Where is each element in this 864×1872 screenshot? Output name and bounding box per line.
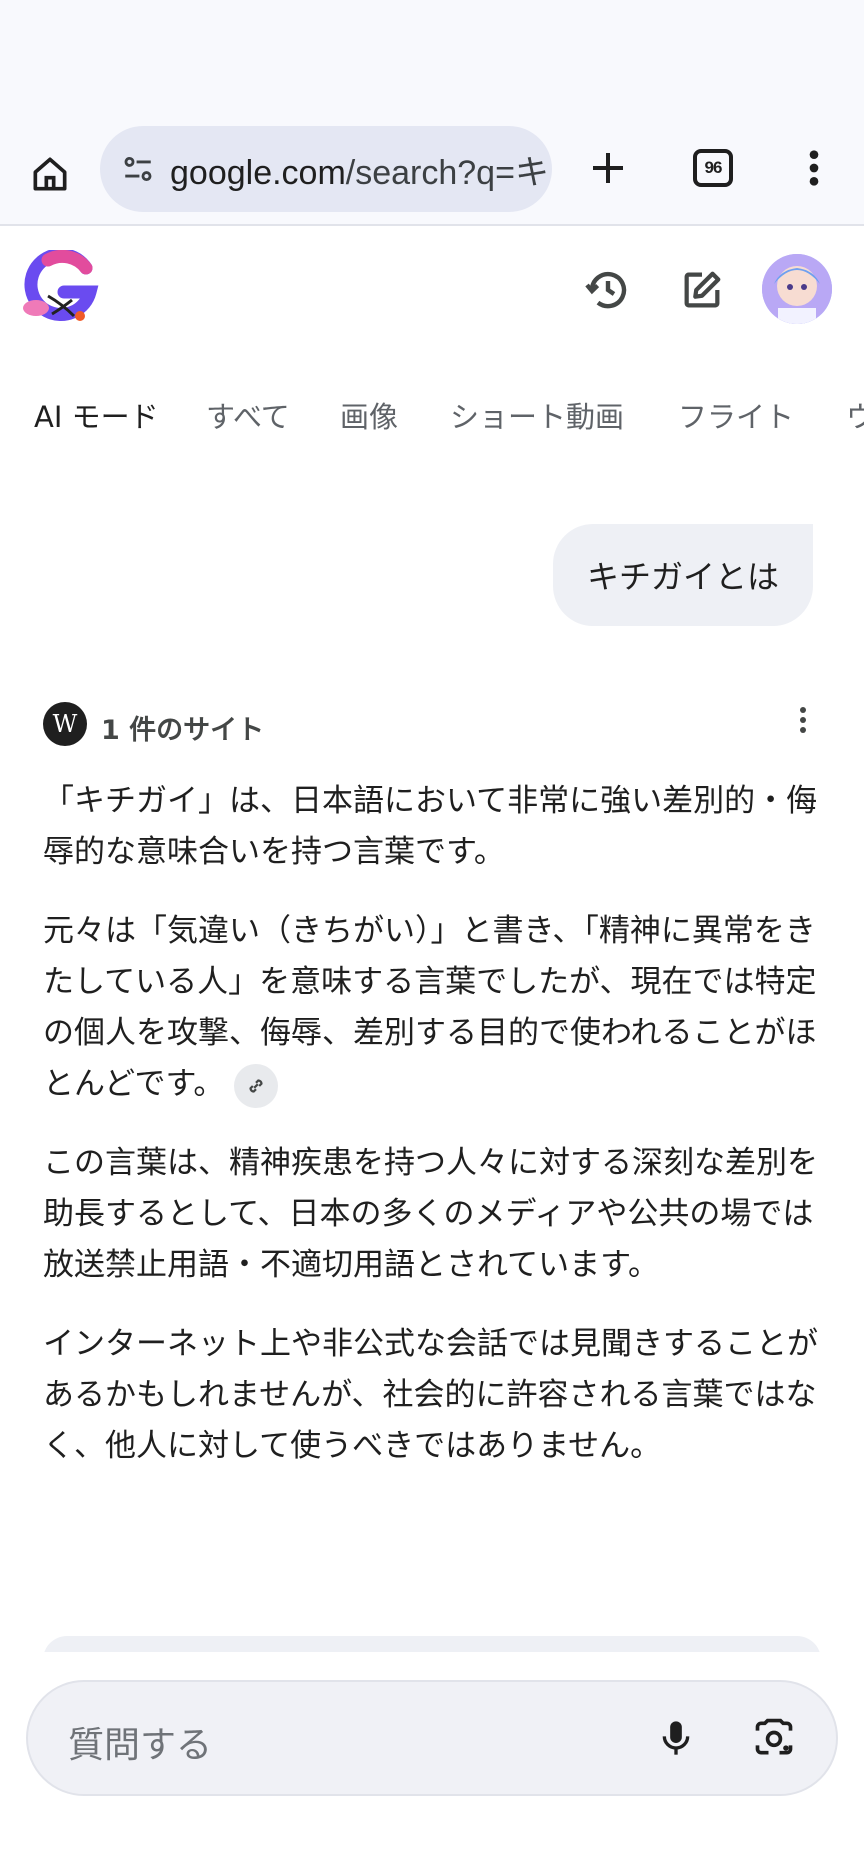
new-tab-button[interactable] [580,140,636,196]
address-bar[interactable]: google.com/search?q=キ [100,126,552,212]
ask-placeholder: 質問する [68,1725,213,1766]
tab-ai-mode[interactable]: AI モード [34,394,159,436]
search-filter-tabs: AI モード すべて 画像 ショート動画 フライト ウ [0,386,864,442]
new-chat-button[interactable] [674,262,730,318]
answer-paragraph: インターネット上や非公式な会話では見聞きすることがあるかもしれませんが、社会的に… [43,1326,818,1464]
tab-flights[interactable]: フライト [678,394,794,436]
more-vert-icon [800,707,806,733]
url-path: /search?q=キ [345,153,549,192]
account-avatar[interactable] [762,254,832,324]
answer-paragraph: この言葉は、精神疾患を持つ人々に対する深刻な差別を助長するとして、日本の多くのメ… [43,1145,818,1283]
url-text: google.com/search?q=キ [170,145,549,194]
history-button[interactable] [580,262,636,318]
answer-paragraph: 元々は「気違い（きちがい）」と書き、「精神に異常をきたしている人」を意味する言葉… [43,906,823,1110]
edit-icon [684,271,721,308]
site-info-button[interactable] [118,149,158,189]
answer-paragraph-text: 元々は「気違い（きちがい）」と書き、「精神に異常をきたしている人」を意味する言葉… [43,913,817,1102]
status-bar-area [0,0,864,114]
history-icon [585,271,627,309]
source-site-icon[interactable]: W [43,702,87,746]
source-link-chip[interactable] [234,1063,279,1108]
browser-toolbar: google.com/search?q=キ 96 [0,114,864,226]
url-host: google.com [170,153,346,192]
answer-paragraph: 「キチガイ」は、日本語において非常に強い差別的・侮辱的な意味合いを持つ言葉です。 [43,783,818,870]
plus-icon [593,153,623,183]
more-vert-icon [809,150,819,186]
sources-count-label[interactable]: 1 件のサイト [101,708,264,747]
answer-options-button[interactable] [788,698,818,742]
google-logo[interactable] [18,250,104,326]
avatar-image [762,254,832,324]
home-button[interactable] [22,146,78,202]
tab-count: 96 [693,149,733,187]
tab-all[interactable]: すべて [206,394,290,436]
lens-icon [755,1718,793,1755]
home-icon [33,157,67,191]
tab-images[interactable]: 画像 [340,394,398,436]
tune-icon [124,156,152,182]
voice-search-button[interactable] [648,1710,704,1766]
tab-more-partial[interactable]: ウ [846,394,864,436]
ask-input-area: 質問する [0,1652,864,1872]
tab-short-videos[interactable]: ショート動画 [450,394,624,436]
ai-answer: 「キチガイ」は、日本語において非常に強い差別的・侮辱的な意味合いを持つ言葉です。… [43,776,823,1500]
ask-input[interactable]: 質問する [26,1680,838,1796]
user-query-bubble: キチガイとは [553,524,814,626]
mic-icon [662,1721,690,1755]
lens-search-button[interactable] [746,1710,802,1766]
tab-switcher-button[interactable]: 96 [683,140,743,196]
browser-menu-button[interactable] [790,140,838,196]
link-icon [249,1078,263,1093]
